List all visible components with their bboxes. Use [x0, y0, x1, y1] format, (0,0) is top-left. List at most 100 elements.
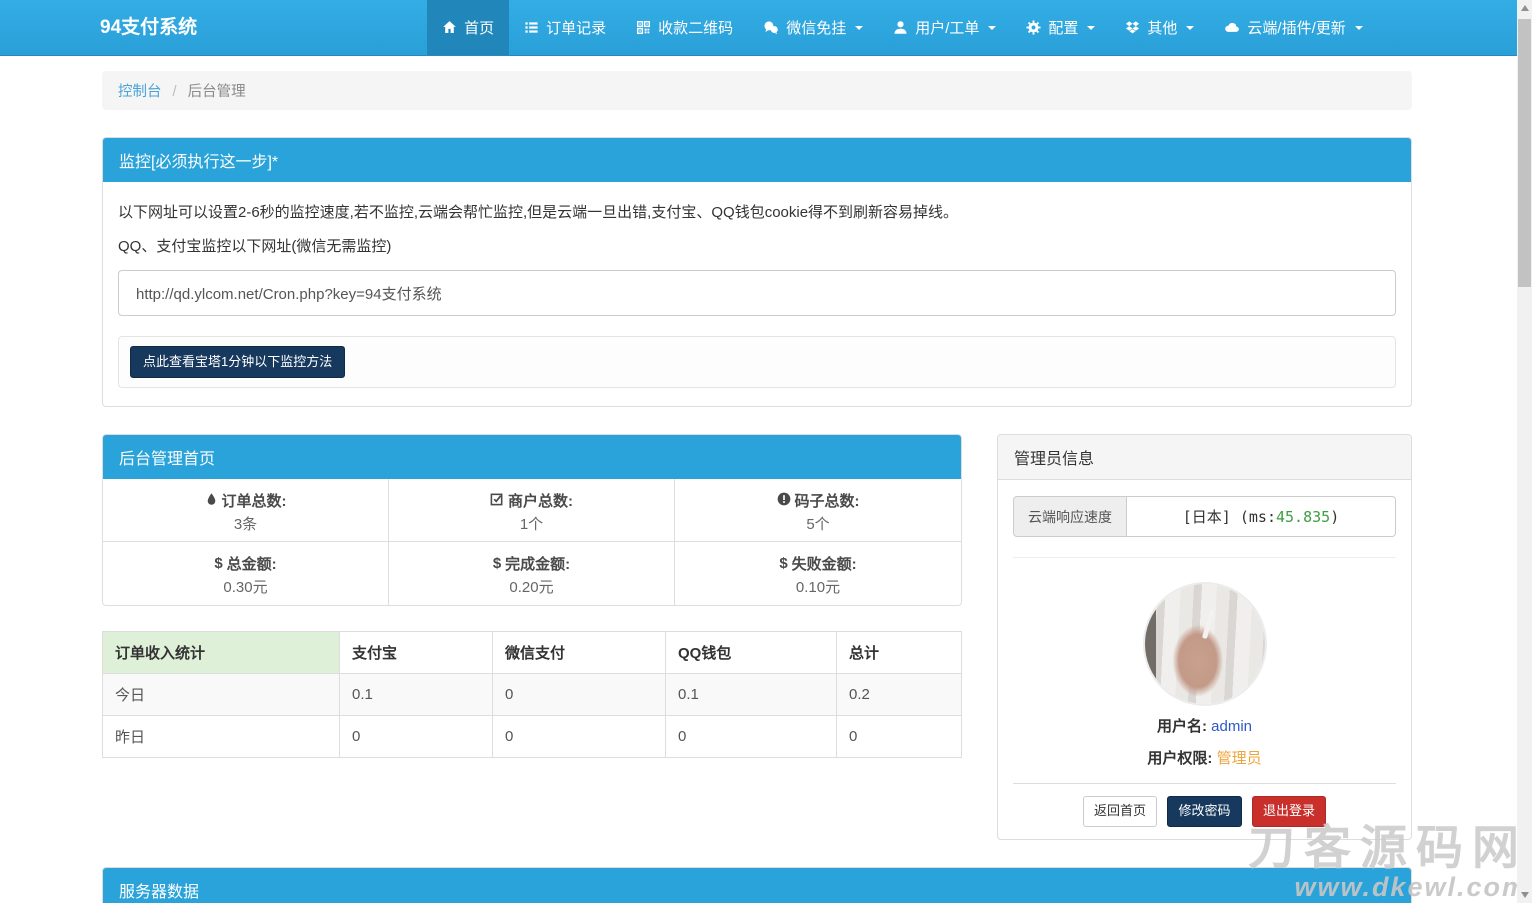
role-row: 用户权限: 管理员	[1013, 747, 1396, 768]
column-header-total: 总计	[836, 631, 962, 675]
dashboard-panel: 后台管理首页 订单总数: 3条 商户总数: 1个 码子总数: 5个 $ 总金额:…	[102, 434, 962, 607]
cell-value: 0.2	[836, 673, 962, 717]
nav-item-home[interactable]: 首页	[427, 0, 510, 55]
cell-value: 0	[492, 673, 666, 717]
stat-failed-amount: $ 失败金额: 0.10元	[675, 542, 961, 605]
nav-item-wechat[interactable]: 微信免挂	[748, 0, 878, 55]
list-icon	[524, 20, 539, 35]
breadcrumb-separator: /	[172, 84, 177, 100]
table-row: 昨日 0 0 0 0	[102, 715, 962, 759]
admin-panel-footer: 返回首页 修改密码 退出登录	[1013, 783, 1396, 839]
dashboard-panel-title: 后台管理首页	[103, 435, 961, 480]
stat-merchants: 商户总数: 1个	[389, 479, 675, 543]
cell-value: 0.1	[665, 673, 837, 717]
nav-item-label: 微信免挂	[786, 20, 847, 37]
logout-button[interactable]: 退出登录	[1251, 796, 1326, 827]
top-navbar: 94支付系统 首页 订单记录 收款二维码 微信免挂 用户/工单 配置 其他 云端…	[0, 0, 1517, 56]
server-panel-title: 服务器数据	[103, 867, 1411, 903]
nav-item-label: 首页	[464, 20, 495, 37]
dollar-icon: $	[492, 555, 502, 573]
scroll-down-icon[interactable]	[1520, 892, 1529, 898]
scroll-up-icon[interactable]	[1520, 5, 1529, 11]
breadcrumb: 控制台 / 后台管理	[102, 71, 1412, 110]
nav-menu: 首页 订单记录 收款二维码 微信免挂 用户/工单 配置 其他 云端/插件/更新	[427, 0, 1378, 55]
speed-suffix: )	[1330, 507, 1340, 526]
income-table-title: 订单收入统计	[102, 631, 340, 675]
admin-panel-title: 管理员信息	[998, 435, 1411, 481]
role-link[interactable]: 管理员	[1217, 750, 1262, 767]
baota-guide-button[interactable]: 点此查看宝塔1分钟以下监控方法	[130, 346, 346, 379]
row-label-today: 今日	[102, 673, 340, 717]
stat-label: 码子总数:	[794, 493, 860, 511]
stat-value: 0.20元	[509, 579, 554, 597]
nav-item-label: 订单记录	[546, 20, 607, 37]
chevron-down-icon	[1087, 25, 1096, 30]
monitor-panel-title: 监控[必须执行这一步]*	[103, 138, 1411, 182]
nav-item-qrcode[interactable]: 收款二维码	[621, 0, 748, 55]
admin-info-panel: 管理员信息 云端响应速度 [日本] (ms: 45.835) 用户名: admi…	[997, 434, 1412, 840]
change-password-button[interactable]: 修改密码	[1167, 796, 1242, 827]
cell-value: 0.1	[339, 673, 493, 717]
stat-completed-amount: $ 完成金额: 0.20元	[389, 542, 675, 606]
chevron-down-icon	[1354, 25, 1363, 30]
stat-orders: 订单总数: 3条	[103, 479, 389, 543]
wechat-icon	[763, 20, 779, 35]
stat-label: 失败金额:	[791, 556, 857, 574]
stats-grid: 订单总数: 3条 商户总数: 1个 码子总数: 5个 $ 总金额: 0.30元 …	[103, 479, 961, 606]
monitor-panel-body: 以下网址可以设置2-6秒的监控速度,若不监控,云端会帮忙监控,但是云端一旦出错,…	[103, 182, 1411, 406]
cell-value: 0	[665, 715, 837, 759]
role-label: 用户权限:	[1147, 750, 1213, 768]
home-icon	[442, 20, 457, 35]
avatar[interactable]	[1144, 584, 1265, 705]
content-columns: 后台管理首页 订单总数: 3条 商户总数: 1个 码子总数: 5个 $ 总金额:…	[102, 407, 1412, 840]
column-header-qqwallet: QQ钱包	[665, 631, 837, 675]
nav-item-other[interactable]: 其他	[1110, 0, 1209, 55]
nav-item-orders[interactable]: 订单记录	[509, 0, 621, 55]
stat-value: 3条	[233, 516, 258, 534]
column-header-alipay: 支付宝	[339, 631, 493, 675]
user-icon	[893, 20, 908, 35]
chevron-down-icon	[988, 25, 997, 30]
scrollbar-thumb[interactable]	[1518, 19, 1531, 287]
stat-codes: 码子总数: 5个	[675, 479, 961, 543]
stat-value: 0.30元	[223, 579, 268, 597]
username-row: 用户名: admin	[1013, 715, 1396, 736]
right-column: 管理员信息 云端响应速度 [日本] (ms: 45.835) 用户名: admi…	[997, 407, 1412, 840]
cloud-speed-value: [日本] (ms: 45.835)	[1127, 496, 1396, 538]
stat-label: 完成金额:	[505, 556, 571, 574]
cloud-speed-label: 云端响应速度	[1013, 496, 1127, 538]
chevron-down-icon	[1186, 25, 1195, 30]
left-column: 后台管理首页 订单总数: 3条 商户总数: 1个 码子总数: 5个 $ 总金额:…	[102, 407, 962, 759]
vertical-scrollbar[interactable]	[1517, 0, 1532, 903]
speed-ms-value: 45.835	[1276, 507, 1331, 526]
check-square-icon	[490, 492, 504, 510]
stat-label: 订单总数:	[221, 493, 287, 511]
stat-value: 5个	[806, 516, 830, 534]
monitor-url-input[interactable]	[118, 270, 1396, 316]
nav-item-cloud[interactable]: 云端/插件/更新	[1209, 0, 1377, 55]
stat-value: 1个	[519, 516, 544, 534]
exclamation-circle-icon	[777, 492, 791, 510]
admin-panel-body: 云端响应速度 [日本] (ms: 45.835) 用户名: admin 用户权限…	[998, 480, 1411, 839]
username-link[interactable]: admin	[1211, 718, 1252, 735]
stat-label: 总金额:	[226, 556, 277, 574]
dollar-icon: $	[214, 555, 223, 573]
row-label-yesterday: 昨日	[102, 715, 340, 759]
nav-item-label: 云端/插件/更新	[1247, 20, 1346, 37]
cloud-icon	[1224, 20, 1240, 35]
qrcode-icon	[636, 20, 651, 35]
stat-value: 0.10元	[795, 579, 841, 597]
table-row: 今日 0.1 0 0.1 0.2	[102, 673, 962, 717]
back-home-button[interactable]: 返回首页	[1083, 796, 1158, 827]
nav-item-config[interactable]: 配置	[1011, 0, 1110, 55]
dollar-icon: $	[779, 555, 788, 573]
divider	[1013, 557, 1396, 559]
breadcrumb-home-link[interactable]: 控制台	[118, 84, 162, 100]
app-title: 94支付系统	[100, 17, 198, 38]
monitor-note-line1: 以下网址可以设置2-6秒的监控速度,若不监控,云端会帮忙监控,但是云端一旦出错,…	[118, 204, 959, 221]
chevron-down-icon	[855, 25, 864, 30]
nav-item-users[interactable]: 用户/工单	[878, 0, 1011, 55]
stat-total-amount: $ 总金额: 0.30元	[103, 542, 389, 606]
cloud-speed-group: 云端响应速度 [日本] (ms: 45.835)	[1013, 496, 1396, 538]
cell-value: 0	[339, 715, 493, 759]
